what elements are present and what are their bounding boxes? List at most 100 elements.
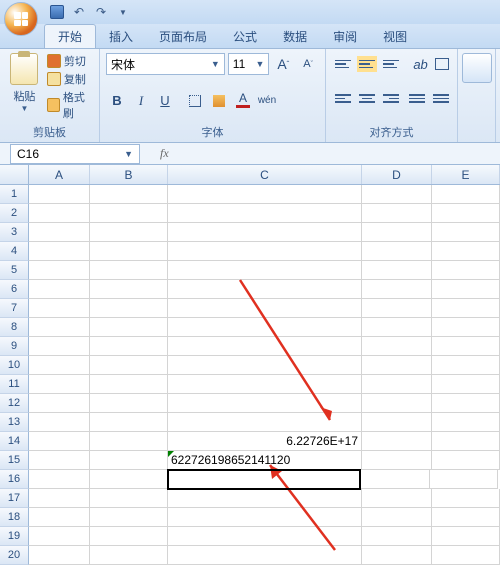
font-name-combo[interactable]: 宋体 ▼ bbox=[106, 53, 225, 75]
cell-E5[interactable] bbox=[432, 261, 500, 280]
align-bottom-button[interactable] bbox=[380, 53, 402, 75]
align-top-button[interactable] bbox=[332, 53, 354, 75]
cell-B11[interactable] bbox=[90, 375, 168, 394]
cell-C9[interactable] bbox=[168, 337, 362, 356]
cell-B1[interactable] bbox=[90, 185, 168, 204]
cell-E16[interactable] bbox=[430, 470, 498, 489]
cell-B6[interactable] bbox=[90, 280, 168, 299]
cell-D8[interactable] bbox=[362, 318, 432, 337]
cell-C16[interactable] bbox=[167, 469, 361, 490]
cell-D2[interactable] bbox=[362, 204, 432, 223]
cell-C18[interactable] bbox=[168, 508, 362, 527]
row-header-20[interactable]: 20 bbox=[0, 546, 29, 565]
cell-D10[interactable] bbox=[362, 356, 432, 375]
cell-D16[interactable] bbox=[360, 470, 430, 489]
cell-A13[interactable] bbox=[29, 413, 90, 432]
cell-B18[interactable] bbox=[90, 508, 168, 527]
cell-C12[interactable] bbox=[168, 394, 362, 413]
cell-D7[interactable] bbox=[362, 299, 432, 318]
align-center-button[interactable] bbox=[356, 88, 378, 110]
cell-A6[interactable] bbox=[29, 280, 90, 299]
grow-font-button[interactable]: Aˆ bbox=[272, 53, 294, 75]
col-header-a[interactable]: A bbox=[29, 165, 90, 184]
row-header-7[interactable]: 7 bbox=[0, 299, 29, 318]
row-header-6[interactable]: 6 bbox=[0, 280, 29, 299]
row-header-8[interactable]: 8 bbox=[0, 318, 29, 337]
orientation-button[interactable]: ab bbox=[411, 53, 430, 75]
cell-C17[interactable] bbox=[168, 489, 362, 508]
cell-A4[interactable] bbox=[29, 242, 90, 261]
cell-B16[interactable] bbox=[90, 470, 168, 489]
align-middle-button[interactable] bbox=[356, 53, 378, 75]
cell-A17[interactable] bbox=[29, 489, 90, 508]
cell-C10[interactable] bbox=[168, 356, 362, 375]
cell-E19[interactable] bbox=[432, 527, 500, 546]
row-header-1[interactable]: 1 bbox=[0, 185, 29, 204]
cell-C20[interactable] bbox=[168, 546, 362, 565]
cell-D6[interactable] bbox=[362, 280, 432, 299]
fill-color-button[interactable] bbox=[208, 90, 230, 112]
cut-button[interactable]: 剪切 bbox=[47, 53, 93, 69]
cell-A10[interactable] bbox=[29, 356, 90, 375]
cell-D4[interactable] bbox=[362, 242, 432, 261]
undo-icon[interactable]: ↶ bbox=[70, 3, 88, 21]
cell-C3[interactable] bbox=[168, 223, 362, 242]
cell-A11[interactable] bbox=[29, 375, 90, 394]
cell-E1[interactable] bbox=[432, 185, 500, 204]
cell-A14[interactable] bbox=[29, 432, 90, 451]
cell-E14[interactable] bbox=[432, 432, 500, 451]
cell-D5[interactable] bbox=[362, 261, 432, 280]
cell-C2[interactable] bbox=[168, 204, 362, 223]
row-header-12[interactable]: 12 bbox=[0, 394, 29, 413]
redo-icon[interactable]: ↷ bbox=[92, 3, 110, 21]
cell-B19[interactable] bbox=[90, 527, 168, 546]
cell-C13[interactable] bbox=[168, 413, 362, 432]
paste-button[interactable]: 粘贴 ▼ bbox=[6, 53, 43, 121]
col-header-c[interactable]: C bbox=[168, 165, 362, 184]
cell-A1[interactable] bbox=[29, 185, 90, 204]
cell-C11[interactable] bbox=[168, 375, 362, 394]
cell-D13[interactable] bbox=[362, 413, 432, 432]
cell-C7[interactable] bbox=[168, 299, 362, 318]
cell-C8[interactable] bbox=[168, 318, 362, 337]
cell-C4[interactable] bbox=[168, 242, 362, 261]
underline-button[interactable]: U bbox=[154, 90, 176, 112]
cell-E13[interactable] bbox=[432, 413, 500, 432]
cell-A18[interactable] bbox=[29, 508, 90, 527]
cell-E3[interactable] bbox=[432, 223, 500, 242]
cell-A9[interactable] bbox=[29, 337, 90, 356]
font-size-combo[interactable]: 11 ▼ bbox=[228, 53, 270, 75]
row-header-3[interactable]: 3 bbox=[0, 223, 29, 242]
shrink-font-button[interactable]: Aˇ bbox=[297, 53, 319, 75]
cell-E11[interactable] bbox=[432, 375, 500, 394]
cell-D20[interactable] bbox=[362, 546, 432, 565]
save-icon[interactable] bbox=[48, 3, 66, 21]
cell-E10[interactable] bbox=[432, 356, 500, 375]
cell-B4[interactable] bbox=[90, 242, 168, 261]
cell-C5[interactable] bbox=[168, 261, 362, 280]
row-header-14[interactable]: 14 bbox=[0, 432, 29, 451]
cell-D14[interactable] bbox=[362, 432, 432, 451]
increase-indent-button[interactable] bbox=[430, 88, 452, 110]
name-box[interactable]: C16 ▼ bbox=[10, 144, 140, 164]
cell-A3[interactable] bbox=[29, 223, 90, 242]
cell-B10[interactable] bbox=[90, 356, 168, 375]
cell-B8[interactable] bbox=[90, 318, 168, 337]
cell-B5[interactable] bbox=[90, 261, 168, 280]
cell-B13[interactable] bbox=[90, 413, 168, 432]
cell-E7[interactable] bbox=[432, 299, 500, 318]
cell-B3[interactable] bbox=[90, 223, 168, 242]
cell-B2[interactable] bbox=[90, 204, 168, 223]
cell-C1[interactable] bbox=[168, 185, 362, 204]
office-button[interactable] bbox=[4, 2, 38, 36]
format-painter-button[interactable]: 格式刷 bbox=[47, 89, 93, 121]
wrap-text-button[interactable] bbox=[432, 53, 451, 75]
row-header-15[interactable]: 15 bbox=[0, 451, 29, 470]
row-header-10[interactable]: 10 bbox=[0, 356, 29, 375]
cell-D18[interactable] bbox=[362, 508, 432, 527]
row-header-9[interactable]: 9 bbox=[0, 337, 29, 356]
cell-E15[interactable] bbox=[432, 451, 500, 470]
row-header-18[interactable]: 18 bbox=[0, 508, 29, 527]
tab-insert[interactable]: 插入 bbox=[96, 25, 146, 48]
cell-E2[interactable] bbox=[432, 204, 500, 223]
